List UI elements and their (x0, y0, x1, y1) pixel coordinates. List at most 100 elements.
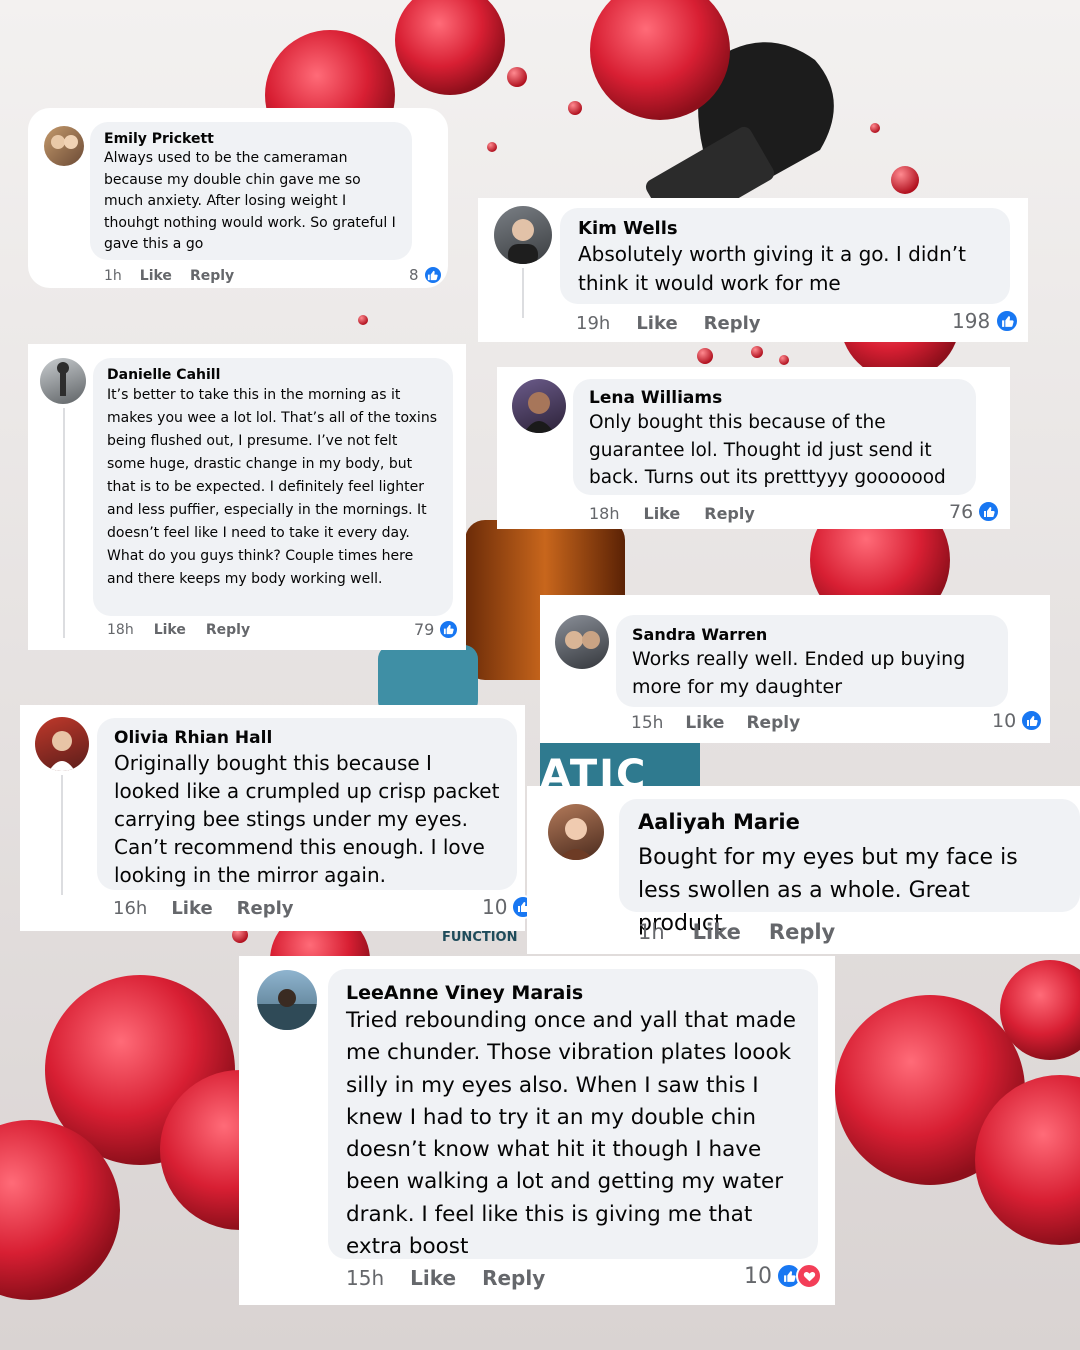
comment-text: Tried rebounding once and yall that made… (346, 1008, 796, 1260)
user-photo-icon (524, 392, 554, 433)
comment-actions: 1h Like Reply (638, 920, 835, 944)
comment-bubble: Kim Wells Absolutely worth giving it a g… (560, 208, 1010, 304)
like-button[interactable]: Like (693, 920, 741, 944)
reaction-summary[interactable]: 198 (952, 309, 1020, 333)
reply-button[interactable]: Reply (190, 268, 234, 284)
commenter-name[interactable]: Lena Williams (589, 388, 960, 409)
like-button[interactable]: Like (644, 504, 681, 523)
comment-text: Always used to be the cameraman because … (104, 150, 396, 252)
comment-text: Absolutely worth giving it a go. I didn’… (578, 242, 966, 295)
comment-bubble: Sandra Warren Works really well. Ended u… (616, 615, 1008, 707)
user-photo-icon (565, 631, 600, 649)
timestamp[interactable]: 18h (589, 504, 620, 523)
user-photo-icon (508, 219, 538, 264)
user-photo-icon (49, 731, 75, 771)
timestamp[interactable]: 19h (576, 313, 610, 334)
reply-button[interactable]: Reply (206, 622, 250, 638)
reply-button[interactable]: Reply (704, 313, 761, 334)
user-photo-icon (51, 135, 78, 149)
user-photo-icon (558, 818, 594, 860)
reply-button[interactable]: Reply (704, 504, 755, 523)
reaction-summary[interactable]: 10 (744, 1263, 822, 1289)
comment-card: LeeAnne Viney Marais Tried rebounding on… (239, 956, 835, 1305)
avatar[interactable] (40, 358, 86, 404)
reaction-count: 76 (949, 500, 974, 523)
like-button[interactable]: Like (140, 268, 172, 284)
like-button[interactable]: Like (685, 713, 724, 733)
comment-card: Kim Wells Absolutely worth giving it a g… (478, 198, 1028, 342)
comment-actions: 15h Like Reply (631, 713, 800, 733)
comment-card: Lena Williams Only bought this because o… (497, 367, 1010, 529)
commenter-name[interactable]: Danielle Cahill (107, 366, 439, 384)
avatar[interactable] (548, 804, 604, 860)
reaction-summary[interactable]: 79 (414, 619, 460, 640)
commenter-name[interactable]: Emily Prickett (104, 130, 398, 148)
thumbs-up-icon (438, 619, 460, 640)
comment-actions: 19h Like Reply (576, 313, 761, 334)
avatar[interactable] (257, 970, 317, 1030)
comment-bubble: Danielle Cahill It’s better to take this… (93, 358, 453, 616)
comment-bubble: Lena Williams Only bought this because o… (573, 379, 976, 495)
reaction-count: 10 (992, 709, 1017, 732)
timestamp[interactable]: 18h (107, 622, 134, 638)
reaction-count: 198 (952, 309, 991, 333)
thread-line (61, 775, 63, 895)
comment-card: Olivia Rhian Hall Originally bought this… (20, 705, 536, 931)
thumbs-up-icon (995, 309, 1020, 333)
thumbs-up-icon (977, 500, 1001, 523)
reaction-count: 10 (482, 895, 508, 919)
comment-text: Works really well. Ended up buying more … (632, 648, 966, 698)
thumbs-up-icon (422, 265, 443, 285)
comment-card: Aaliyah Marie Bought for my eyes but my … (527, 786, 1080, 954)
comment-bubble: Olivia Rhian Hall Originally bought this… (97, 718, 517, 890)
avatar[interactable] (512, 379, 566, 433)
comment-bubble: Emily Prickett Always used to be the cam… (90, 122, 412, 260)
avatar[interactable] (44, 126, 84, 166)
heart-icon (796, 1263, 822, 1289)
like-button[interactable]: Like (410, 1266, 456, 1290)
reaction-summary[interactable]: 8 (409, 265, 443, 285)
thread-line (63, 408, 65, 638)
reply-button[interactable]: Reply (746, 713, 800, 733)
reply-button[interactable]: Reply (237, 898, 294, 919)
timestamp[interactable]: 1h (104, 268, 122, 284)
commenter-name[interactable]: Sandra Warren (632, 624, 992, 645)
bottle-label-fragment-2: FUNCTION (442, 930, 518, 945)
comment-text: Only bought this because of the guarante… (589, 412, 946, 488)
comment-text: Originally bought this because I looked … (114, 751, 500, 887)
comment-actions: 16h Like Reply (113, 898, 294, 919)
comment-actions: 18h Like Reply (589, 504, 755, 523)
commenter-name[interactable]: LeeAnne Viney Marais (346, 981, 800, 1005)
like-button[interactable]: Like (636, 313, 677, 334)
avatar[interactable] (494, 206, 552, 264)
user-photo-icon (257, 989, 317, 1030)
like-button[interactable]: Like (154, 622, 186, 638)
reaction-summary[interactable]: 76 (949, 500, 1001, 523)
reaction-count: 10 (744, 1263, 772, 1289)
comment-card: Emily Prickett Always used to be the cam… (28, 108, 448, 288)
reply-button[interactable]: Reply (482, 1266, 545, 1290)
thread-line (522, 268, 524, 318)
comment-actions: 1h Like Reply (104, 268, 234, 284)
timestamp[interactable]: 15h (346, 1266, 384, 1290)
commenter-name[interactable]: Olivia Rhian Hall (114, 728, 500, 749)
comment-card: Sandra Warren Works really well. Ended u… (540, 595, 1050, 743)
avatar[interactable] (35, 717, 89, 771)
comment-text: It’s better to take this in the morning … (107, 387, 437, 587)
user-photo-icon (57, 362, 69, 396)
comment-bubble: Aaliyah Marie Bought for my eyes but my … (619, 799, 1080, 936)
reaction-count: 8 (409, 266, 419, 284)
timestamp[interactable]: 16h (113, 898, 147, 919)
like-button[interactable]: Like (171, 898, 212, 919)
commenter-name[interactable]: Kim Wells (578, 218, 992, 240)
comment-card: Danielle Cahill It’s better to take this… (28, 344, 466, 650)
commenter-name[interactable]: Aaliyah Marie (638, 809, 1061, 835)
thumbs-up-icon (1020, 709, 1044, 732)
comment-bubble: LeeAnne Viney Marais Tried rebounding on… (328, 969, 818, 1259)
reaction-summary[interactable]: 10 (992, 709, 1044, 732)
reply-button[interactable]: Reply (769, 920, 835, 944)
comment-actions: 18h Like Reply (107, 622, 250, 638)
avatar[interactable] (555, 615, 609, 669)
timestamp[interactable]: 1h (638, 920, 665, 944)
timestamp[interactable]: 15h (631, 713, 663, 733)
